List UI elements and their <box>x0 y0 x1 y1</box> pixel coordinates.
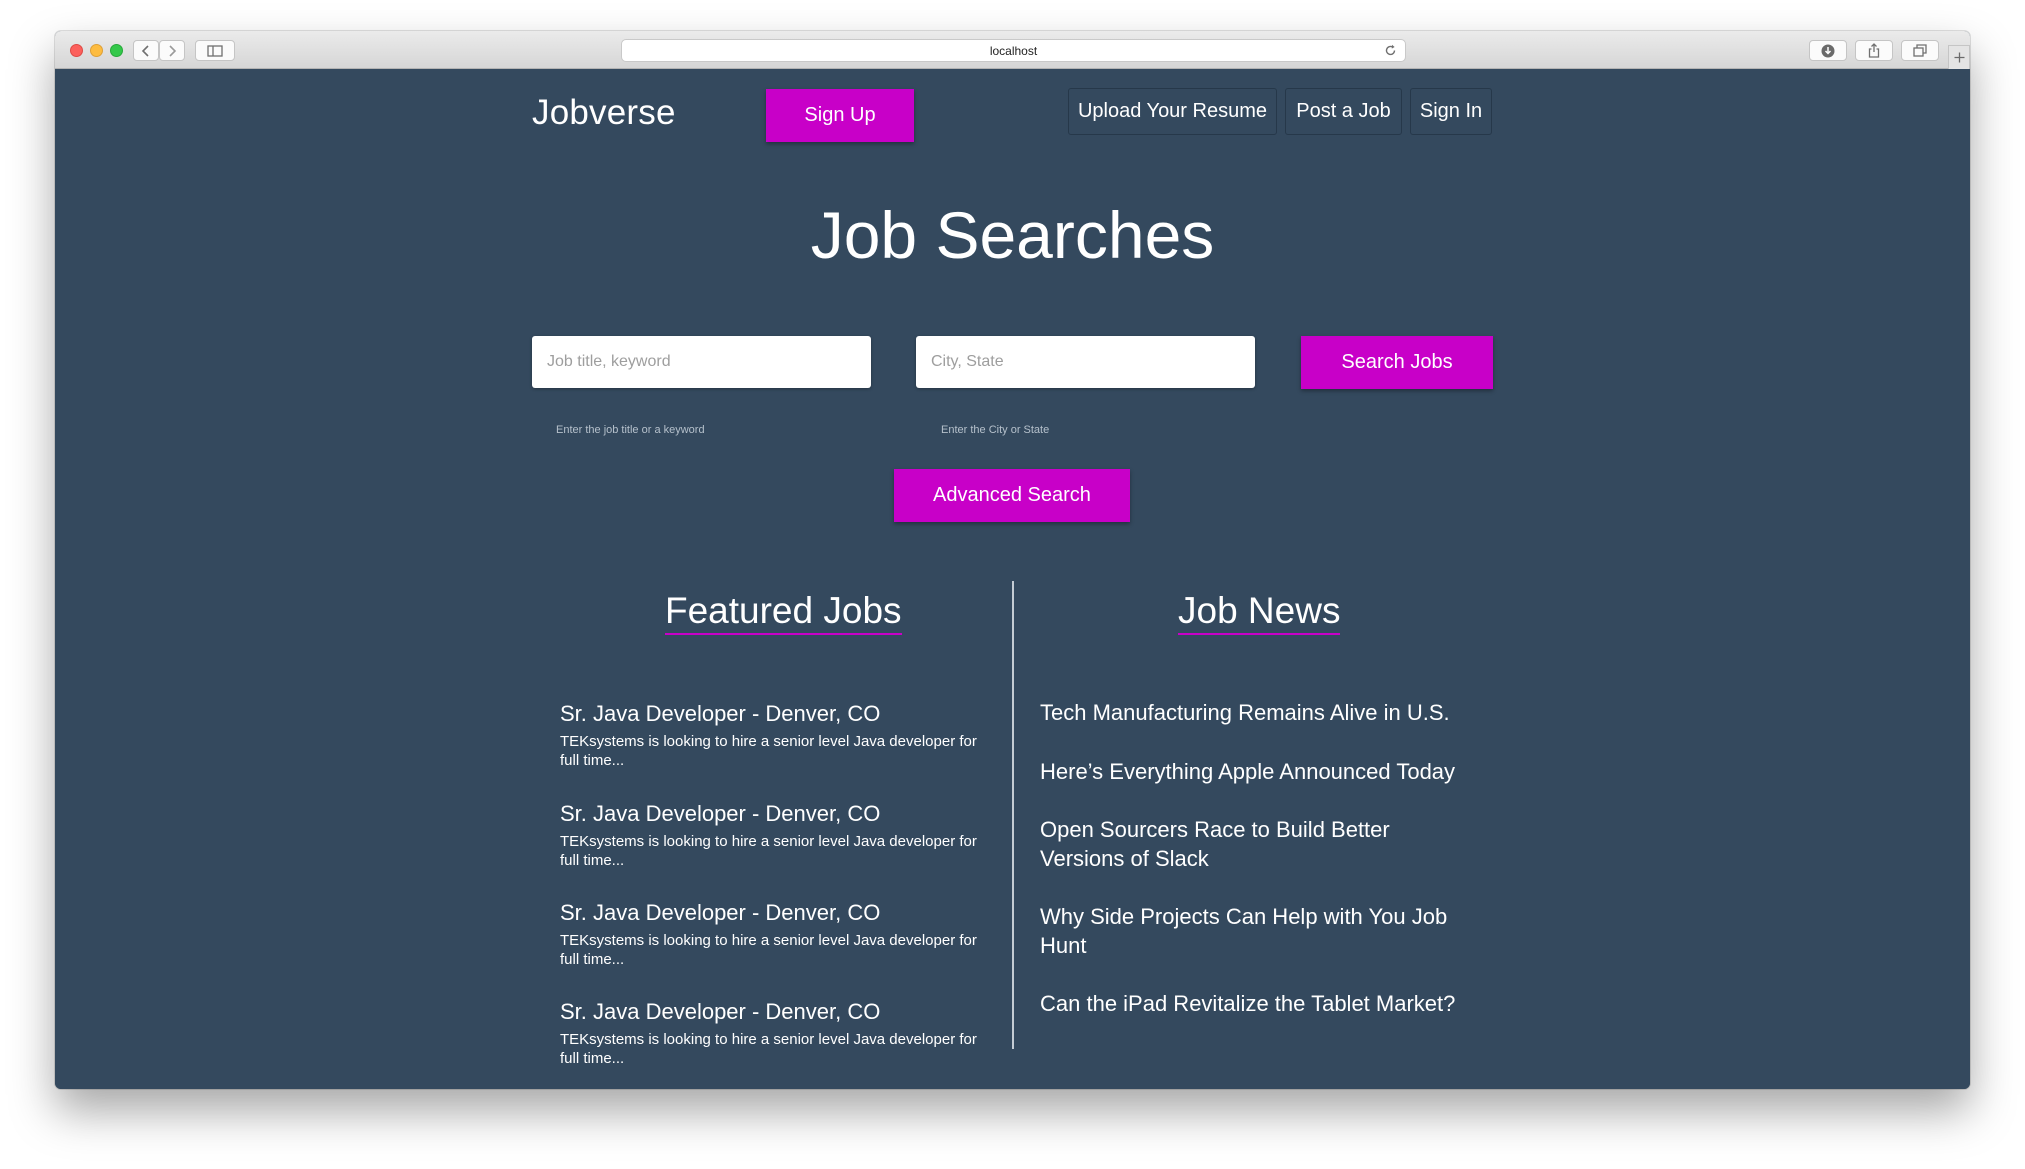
new-tab-button[interactable] <box>1948 45 1970 69</box>
news-item[interactable]: Tech Manufacturing Remains Alive in U.S. <box>1040 698 1470 727</box>
job-title[interactable]: Sr. Java Developer - Denver, CO <box>560 900 980 925</box>
address-text: localhost <box>989 43 1038 58</box>
new-tab-icon <box>1954 52 1964 63</box>
minimize-window-button[interactable] <box>90 44 103 57</box>
sidebar-button[interactable] <box>195 40 235 61</box>
column-divider <box>1012 581 1014 1049</box>
download-button[interactable] <box>1809 40 1847 61</box>
browser-window: localhost Jobverse Sign Up Upload Your R… <box>55 31 1970 1089</box>
browser-titlebar: localhost <box>55 31 1970 69</box>
featured-job-item[interactable]: Sr. Java Developer - Denver, CO TEKsyste… <box>560 999 980 1068</box>
job-description: TEKsystems is looking to hire a senior l… <box>560 733 977 770</box>
tabs-icon <box>1913 44 1927 57</box>
advanced-search-button[interactable]: Advanced Search <box>894 469 1130 522</box>
featured-jobs-heading: Featured Jobs <box>665 590 902 635</box>
share-button[interactable] <box>1855 40 1893 61</box>
news-item[interactable]: Why Side Projects Can Help with You Job … <box>1040 902 1470 960</box>
sign-up-button[interactable]: Sign Up <box>766 89 914 142</box>
post-job-button[interactable]: Post a Job <box>1285 88 1402 135</box>
location-search-input[interactable] <box>916 336 1255 388</box>
job-description: TEKsystems is looking to hire a senior l… <box>560 833 977 870</box>
tabs-button[interactable] <box>1901 40 1939 61</box>
featured-job-item[interactable]: Sr. Java Developer - Denver, CO TEKsyste… <box>560 701 980 770</box>
news-item[interactable]: Can the iPad Revitalize the Tablet Marke… <box>1040 989 1470 1018</box>
featured-job-item[interactable]: Sr. Java Developer - Denver, CO TEKsyste… <box>560 801 980 870</box>
zoom-window-button[interactable] <box>110 44 123 57</box>
download-icon <box>1821 44 1835 57</box>
back-icon <box>141 44 149 57</box>
keyword-search-input[interactable] <box>532 336 871 388</box>
address-bar[interactable]: localhost <box>621 39 1406 62</box>
close-window-button[interactable] <box>70 44 83 57</box>
keyword-hint: Enter the job title or a keyword <box>556 424 705 436</box>
page-title: Job Searches <box>810 198 1215 272</box>
sign-in-button[interactable]: Sign In <box>1410 88 1492 135</box>
job-news-heading: Job News <box>1178 590 1341 635</box>
location-hint: Enter the City or State <box>941 424 1050 436</box>
job-title[interactable]: Sr. Java Developer - Denver, CO <box>560 999 980 1024</box>
job-title[interactable]: Sr. Java Developer - Denver, CO <box>560 801 980 826</box>
reload-icon[interactable] <box>1384 44 1397 57</box>
news-item[interactable]: Here’s Everything Apple Announced Today <box>1040 757 1470 786</box>
forward-icon <box>169 44 177 57</box>
upload-resume-button[interactable]: Upload Your Resume <box>1068 88 1277 135</box>
brand-logo[interactable]: Jobverse <box>532 93 676 133</box>
job-description: TEKsystems is looking to hire a senior l… <box>560 1031 977 1068</box>
back-button[interactable] <box>133 40 159 61</box>
forward-button[interactable] <box>159 40 185 61</box>
job-title[interactable]: Sr. Java Developer - Denver, CO <box>560 701 980 726</box>
featured-job-item[interactable]: Sr. Java Developer - Denver, CO TEKsyste… <box>560 900 980 969</box>
page-content: Jobverse Sign Up Upload Your Resume Post… <box>55 69 1970 1089</box>
share-icon <box>1868 43 1880 58</box>
job-description: TEKsystems is looking to hire a senior l… <box>560 932 977 969</box>
search-jobs-button[interactable]: Search Jobs <box>1301 336 1493 389</box>
sidebar-icon <box>207 44 223 57</box>
news-item[interactable]: Open Sourcers Race to Build Better Versi… <box>1040 815 1470 873</box>
